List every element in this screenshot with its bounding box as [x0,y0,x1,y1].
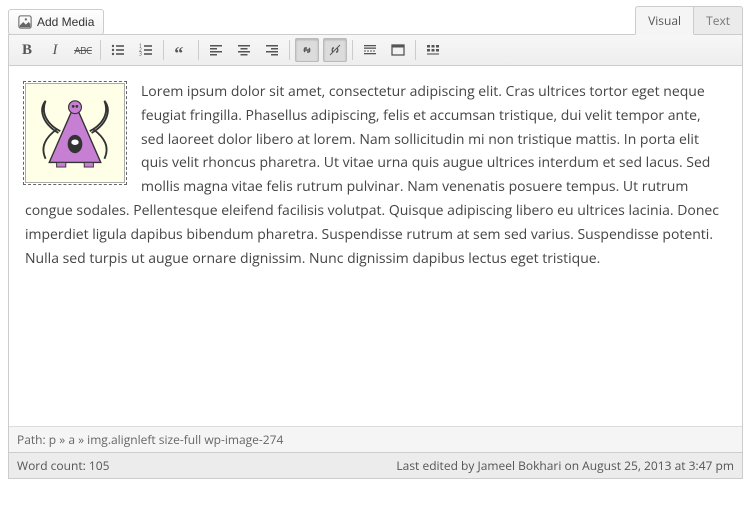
tab-visual[interactable]: Visual [635,6,694,35]
fullscreen-button[interactable] [386,38,410,62]
italic-button[interactable]: I [43,38,67,62]
separator [163,40,164,60]
paragraph-text: Lorem ipsum dolor sit amet, consectetur … [25,82,719,268]
element-path-text: Path: p » a » img.alignleft size-full wp… [17,431,283,448]
align-left-button[interactable] [204,38,228,62]
unordered-list-button[interactable] [106,38,130,62]
top-row: Add Media Visual Text [8,6,743,35]
unlink-button[interactable] [323,38,347,62]
word-count: Word count: 105 [17,457,109,474]
content-editor[interactable]: Lorem ipsum dolor sit amet, consectetur … [9,66,742,426]
content-paragraph: Lorem ipsum dolor sit amet, consectetur … [25,80,726,270]
element-path-bar[interactable]: Path: p » a » img.alignleft size-full wp… [9,426,742,452]
bold-button[interactable]: B [15,38,39,62]
tab-text[interactable]: Text [693,6,743,35]
editor-tabs: Visual Text [635,6,743,35]
align-right-button[interactable] [260,38,284,62]
monster-illustration-icon [29,87,121,179]
separator [100,40,101,60]
align-center-button[interactable] [232,38,256,62]
blockquote-button[interactable]: “ [169,38,193,62]
insert-more-button[interactable] [358,38,382,62]
separator [352,40,353,60]
link-button[interactable] [295,38,319,62]
media-icon [18,15,32,29]
toolbar: B I ABC 123 “ [9,35,742,66]
last-edited: Last edited by Jameel Bokhari on August … [396,457,734,474]
svg-text:3: 3 [139,52,142,58]
add-media-button[interactable]: Add Media [8,9,104,35]
strikethrough-button[interactable]: ABC [71,38,95,62]
editor-box: B I ABC 123 “ [8,34,743,479]
add-media-label: Add Media [37,15,94,29]
separator [415,40,416,60]
status-bar: Word count: 105 Last edited by Jameel Bo… [9,452,742,478]
aligned-image[interactable] [25,83,125,183]
separator [198,40,199,60]
kitchen-sink-button[interactable] [421,38,445,62]
separator [289,40,290,60]
editor-container: Add Media Visual Text B I ABC 123 “ [0,0,751,487]
ordered-list-button[interactable]: 123 [134,38,158,62]
